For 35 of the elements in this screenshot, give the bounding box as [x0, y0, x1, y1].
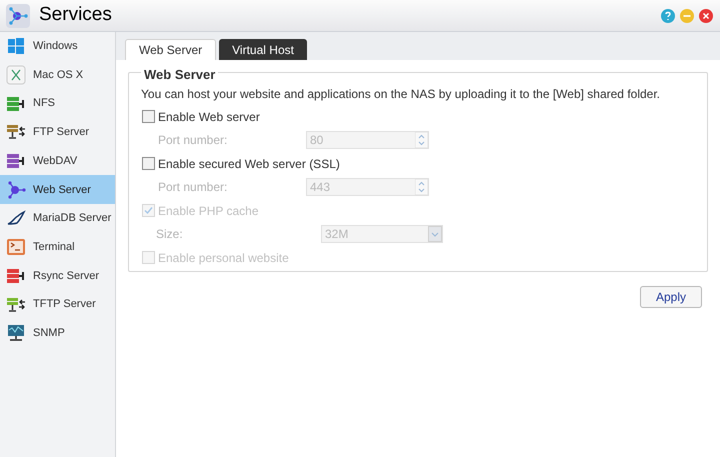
window-title: Services [39, 3, 112, 28]
sidebar-item[interactable]: FTP Server [0, 118, 115, 147]
checkbox-label: Enable PHP cache [158, 202, 259, 220]
tab[interactable]: Virtual Host [219, 39, 307, 60]
terminal-icon [6, 237, 26, 258]
checkbox[interactable] [142, 157, 155, 170]
sidebar-item[interactable]: Windows [0, 32, 115, 61]
checkbox-label: Enable Web server [158, 108, 260, 126]
minimize-button-icon[interactable] [680, 8, 694, 22]
sidebar-item[interactable]: WebDAV [0, 146, 115, 176]
checkbox[interactable] [142, 110, 155, 124]
app-icon [6, 4, 30, 28]
description-text: You can host your website and applications on the NAS by uploading it to the [Web] shared folder. [140, 86, 662, 103]
sidebar-item[interactable]: NFS [0, 89, 115, 118]
sidebar-item[interactable]: Rsync Server [0, 262, 115, 290]
field-label: Port number: [158, 179, 228, 196]
tab[interactable]: Web Server [125, 39, 216, 60]
check-icon [143, 205, 154, 216]
field-label: Port number: [158, 132, 228, 150]
apply-button[interactable]: Apply [640, 286, 702, 308]
checkbox-label: Enable secured Web server (SSL) [158, 156, 340, 173]
network-node-icon [6, 180, 26, 200]
close-button-icon[interactable] [699, 8, 713, 22]
sidebar-item[interactable]: Terminal [0, 232, 115, 262]
field-label: Size: [156, 226, 184, 244]
sidebar-item[interactable]: Mac OS X [0, 60, 115, 90]
monitor-icon [6, 323, 26, 344]
checkbox-label: Enable personal website [158, 250, 289, 267]
windows-icon [6, 36, 26, 56]
sidebar-item[interactable]: SNMP [0, 318, 115, 348]
sidebar-item[interactable]: Web Server [0, 175, 115, 204]
sidebar-item[interactable]: TFTP Server [0, 290, 115, 319]
sidebar-item[interactable]: MariaDB Server [0, 204, 115, 233]
help-button-icon[interactable] [661, 8, 675, 22]
x-icon [6, 65, 26, 86]
